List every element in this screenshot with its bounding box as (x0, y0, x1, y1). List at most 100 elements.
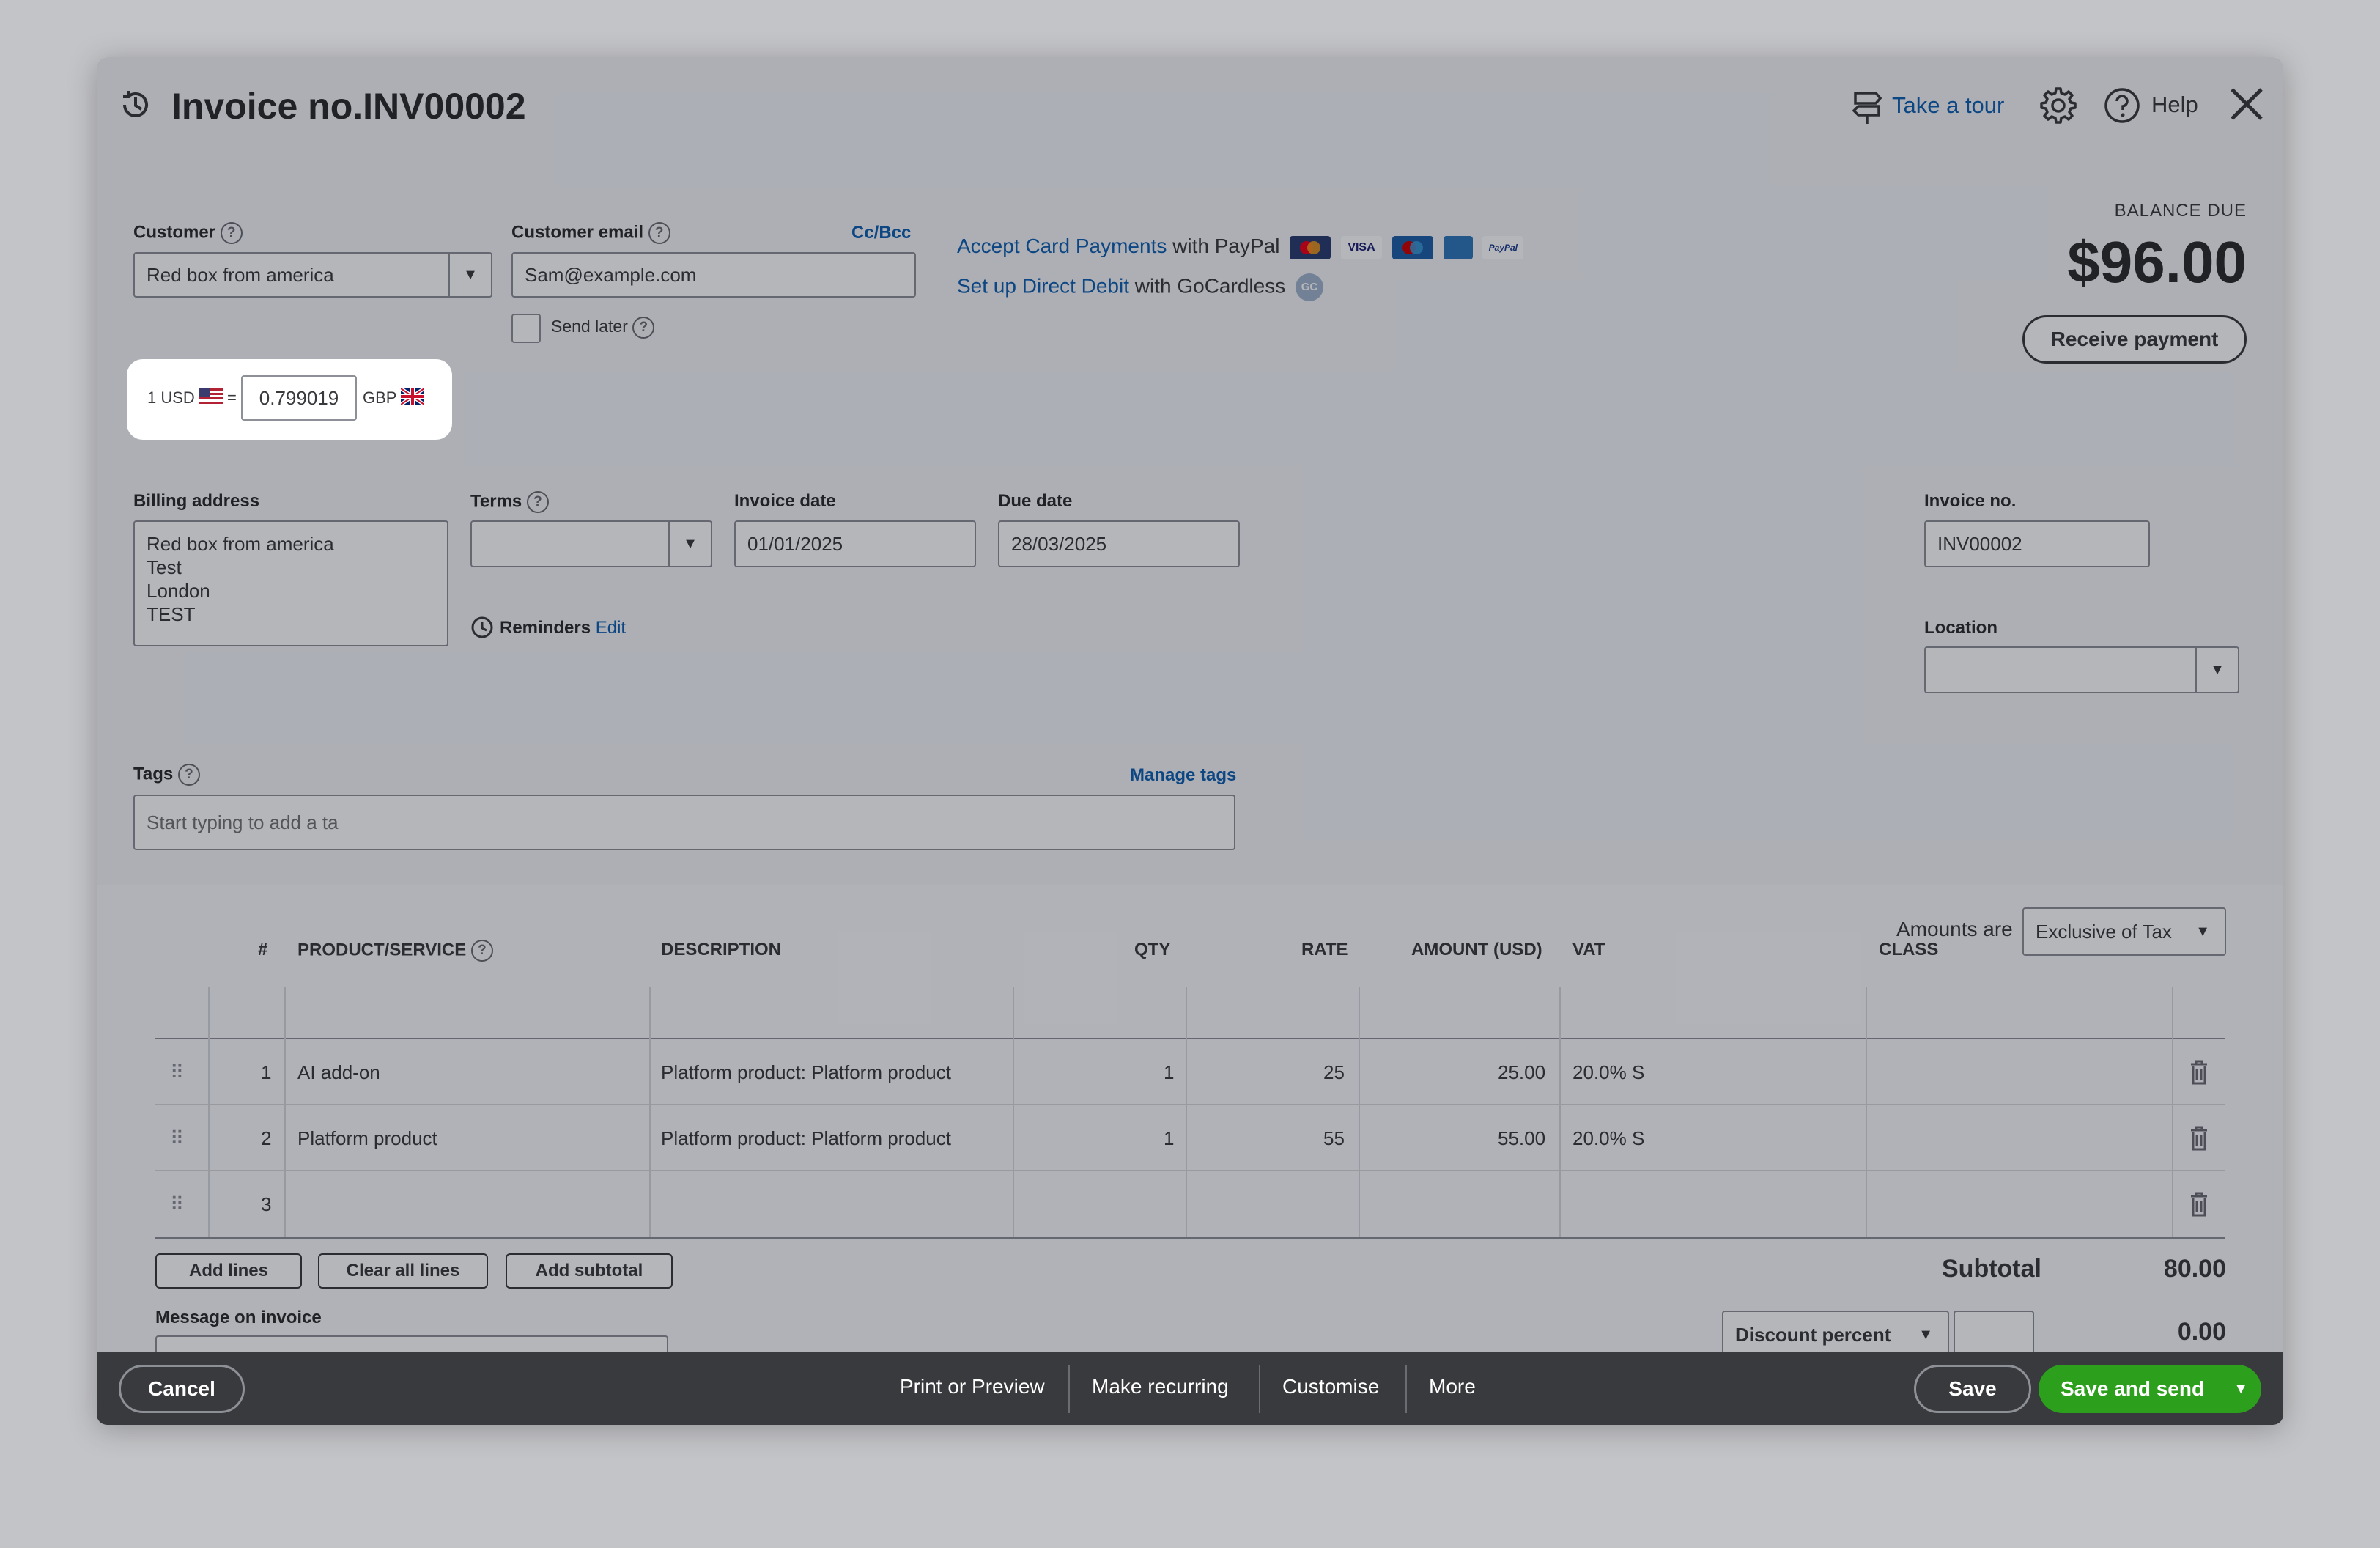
take-a-tour-link[interactable]: Take a tour (1892, 92, 2004, 119)
print-preview-link[interactable]: Print or Preview (900, 1375, 1045, 1398)
paypal-suffix: with PayPal (1172, 235, 1280, 257)
amex-logo-icon (1443, 235, 1473, 259)
row-amount[interactable]: 25.00 (1498, 1061, 1545, 1084)
page-title: Invoice no.INV00002 (171, 86, 526, 127)
receive-payment-button[interactable]: Receive payment (2022, 315, 2247, 364)
row-vat[interactable]: 20.0% S (1572, 1061, 1644, 1084)
balance-due-amount: $96.00 (2067, 229, 2247, 295)
exchange-equals: = (227, 388, 237, 407)
terms-select[interactable]: ▼ (470, 520, 712, 567)
save-and-send-button[interactable]: Save and send ▼ (2039, 1365, 2261, 1413)
exchange-rate-input[interactable]: 0.799019 (241, 375, 357, 421)
customer-help-icon[interactable]: ? (220, 222, 243, 244)
discount-type-value: Discount percent (1735, 1323, 1891, 1346)
row-description[interactable]: Platform product: Platform product (661, 1127, 951, 1150)
chevron-down-icon[interactable]: ▼ (2195, 648, 2238, 692)
invoice-no-label: Invoice no. (1924, 491, 2017, 511)
cc-bcc-link[interactable]: Cc/Bcc (851, 223, 911, 243)
cancel-button[interactable]: Cancel (119, 1365, 245, 1413)
add-subtotal-button[interactable]: Add subtotal (506, 1253, 673, 1289)
exchange-to-currency: GBP (363, 388, 397, 407)
reminders-line: Reminders Edit (500, 618, 626, 638)
customer-select[interactable]: Red box from america ▼ (133, 252, 492, 298)
help-label[interactable]: Help (2151, 92, 2198, 118)
chevron-down-icon[interactable]: ▼ (1918, 1327, 1933, 1344)
col-header-num: # (258, 940, 268, 959)
reminders-label: Reminders (500, 618, 591, 638)
tags-input[interactable] (133, 795, 1235, 850)
terms-help-icon[interactable]: ? (526, 491, 549, 513)
drag-handle-icon[interactable]: ⠿ (170, 1127, 184, 1150)
amounts-are-select[interactable]: Exclusive of Tax ▼ (2022, 907, 2226, 956)
send-later-checkbox[interactable] (511, 314, 541, 343)
make-recurring-link[interactable]: Make recurring (1092, 1375, 1229, 1398)
exchange-to: GBP (363, 386, 426, 408)
billing-line: London (147, 580, 210, 602)
chevron-down-icon[interactable]: ▼ (2233, 1381, 2248, 1398)
mastercard-logo-icon (1290, 235, 1331, 259)
chevron-down-icon[interactable]: ▼ (2195, 924, 2210, 940)
subtotal-value: 80.00 (2163, 1255, 2226, 1283)
invoice-date-input[interactable]: 01/01/2025 (734, 520, 976, 567)
invoice-date-value: 01/01/2025 (747, 532, 843, 555)
email-help-icon[interactable]: ? (648, 222, 670, 244)
signpost-icon (1852, 92, 1882, 124)
col-header-qty: QTY (1134, 940, 1171, 959)
exchange-from: 1 USD = (147, 388, 237, 408)
close-icon[interactable] (2228, 85, 2266, 123)
reminders-edit-link[interactable]: Edit (596, 618, 626, 638)
recent-history-icon[interactable] (117, 86, 154, 123)
row-amount[interactable]: 55.00 (1498, 1127, 1545, 1150)
paypal-logo-icon: PayPal (1482, 235, 1524, 259)
row-product[interactable]: Platform product (298, 1127, 437, 1150)
chevron-down-icon[interactable]: ▼ (668, 522, 711, 566)
due-date-input[interactable]: 28/03/2025 (998, 520, 1240, 567)
customer-value: Red box from america (147, 263, 334, 286)
row-qty[interactable]: 1 (1164, 1127, 1174, 1150)
customer-email-input[interactable]: Sam@example.com (511, 252, 916, 298)
row-description[interactable]: Platform product: Platform product (661, 1061, 951, 1084)
location-select[interactable]: ▼ (1924, 646, 2239, 693)
save-button[interactable]: Save (1914, 1365, 2031, 1413)
direct-debit-line: Set up Direct Debit with GoCardless GC (957, 273, 1323, 301)
product-help-icon[interactable]: ? (470, 940, 493, 962)
clear-all-lines-button[interactable]: Clear all lines (318, 1253, 488, 1289)
row-qty[interactable]: 1 (1164, 1061, 1174, 1084)
row-product[interactable]: AI add-on (298, 1061, 380, 1084)
gocardless-suffix: with GoCardless (1134, 274, 1286, 298)
accept-card-payments-link[interactable]: Accept Card Payments (957, 235, 1167, 257)
row-num: 1 (261, 1061, 272, 1083)
save-and-send-label: Save and send (2061, 1377, 2205, 1400)
tags-help-icon[interactable]: ? (177, 764, 200, 786)
manage-tags-link[interactable]: Manage tags (1130, 765, 1236, 786)
trash-icon[interactable] (2189, 1060, 2209, 1085)
billing-line: Red box from america (147, 533, 334, 555)
invoice-header-section (97, 57, 2283, 885)
send-later-help-icon[interactable]: ? (632, 317, 655, 339)
row-vat[interactable]: 20.0% S (1572, 1127, 1644, 1150)
invoice-no-input[interactable]: INV00002 (1924, 520, 2150, 567)
row-rate[interactable]: 25 (1323, 1061, 1345, 1084)
more-link[interactable]: More (1429, 1375, 1476, 1398)
col-header-class: CLASS (1879, 940, 1939, 959)
trash-icon[interactable] (2189, 1192, 2209, 1217)
terms-label: Terms ? (470, 491, 549, 513)
maestro-logo-icon (1392, 235, 1433, 259)
settings-gear-icon[interactable] (2039, 86, 2078, 125)
exchange-from-currency: 1 USD (147, 388, 195, 407)
add-lines-button[interactable]: Add lines (155, 1253, 302, 1289)
row-rate[interactable]: 55 (1323, 1127, 1345, 1150)
set-up-direct-debit-link[interactable]: Set up Direct Debit (957, 274, 1129, 297)
send-later-label: Send later ? (551, 317, 655, 339)
help-icon[interactable] (2103, 86, 2141, 125)
gocardless-logo-icon: GC (1295, 273, 1323, 301)
discount-amount: 0.00 (2177, 1318, 2226, 1346)
drag-handle-icon[interactable]: ⠿ (170, 1061, 184, 1084)
location-label: Location (1924, 618, 1998, 638)
billing-address-label: Billing address (133, 491, 260, 511)
drag-handle-icon[interactable]: ⠿ (170, 1193, 184, 1216)
billing-address-textarea[interactable]: Red box from america Test London TEST (133, 520, 448, 646)
chevron-down-icon[interactable]: ▼ (448, 254, 491, 296)
trash-icon[interactable] (2189, 1126, 2209, 1151)
customise-link[interactable]: Customise (1282, 1375, 1379, 1398)
